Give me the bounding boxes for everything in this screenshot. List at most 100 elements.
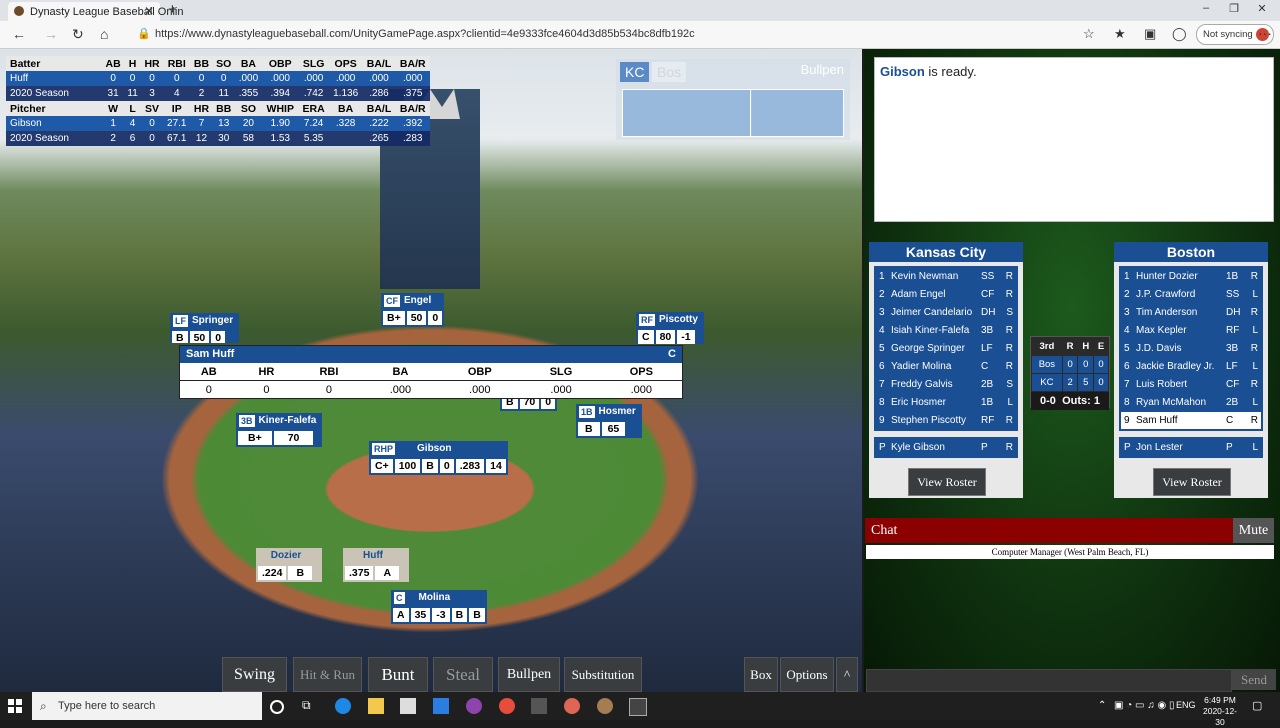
lock-icon[interactable]: 🔒 bbox=[137, 27, 151, 40]
home-icon[interactable]: ⌂ bbox=[100, 26, 108, 42]
bunt-button[interactable]: Bunt bbox=[368, 657, 428, 692]
lineup-row[interactable]: 1 Kevin Newman SS R bbox=[876, 268, 1016, 285]
lineup-row[interactable]: 9 Stephen Piscotty RF R bbox=[876, 412, 1016, 429]
boston-lineup: Boston 1 Hunter Dozier 1B R 2 J.P. Crawford SS… bbox=[1114, 242, 1268, 498]
new-tab-button[interactable]: + bbox=[168, 1, 177, 18]
maximize-icon[interactable]: ❐ bbox=[1224, 2, 1244, 15]
back-icon[interactable]: ← bbox=[12, 26, 26, 42]
options-button[interactable]: Options bbox=[780, 657, 834, 692]
steal-button[interactable]: Steal bbox=[433, 657, 493, 692]
lineup-row[interactable]: 2 Adam Engel CF R bbox=[876, 286, 1016, 303]
bullpen-slot[interactable] bbox=[622, 89, 752, 137]
lineup-row[interactable]: 8 Eric Hosmer 1B L bbox=[876, 394, 1016, 411]
chat-input[interactable] bbox=[866, 669, 1232, 692]
batter-card[interactable]: Huff .375 A bbox=[343, 548, 409, 582]
lineup-row[interactable]: 2 J.P. Crawford SS L bbox=[1121, 286, 1261, 303]
app-icon[interactable] bbox=[597, 698, 613, 714]
batting-avg: .224 bbox=[258, 566, 287, 580]
minimize-icon[interactable]: – bbox=[1196, 2, 1216, 14]
player-hand: L bbox=[1252, 397, 1258, 408]
pitcher-card[interactable]: RHP Gibson C+ 100 B 0.283 14 bbox=[369, 441, 508, 475]
lineup-row[interactable]: 4 Max Kepler RF L bbox=[1121, 322, 1261, 339]
close-window-icon[interactable]: ✕ bbox=[1252, 2, 1272, 15]
player-name: George Springer bbox=[891, 343, 965, 354]
windows-start-icon[interactable] bbox=[8, 699, 22, 713]
box-score-button[interactable]: Box bbox=[744, 657, 778, 692]
store-icon[interactable] bbox=[400, 698, 416, 714]
forward-icon[interactable]: → bbox=[44, 26, 58, 42]
swing-button[interactable]: Swing bbox=[222, 657, 287, 692]
bullpen-tab-kc[interactable]: KC bbox=[620, 62, 650, 82]
lineup-row[interactable]: 6 Yadier Molina C R bbox=[876, 358, 1016, 375]
chrome-icon[interactable] bbox=[499, 698, 515, 714]
notifications-icon[interactable]: ▢ bbox=[1252, 699, 1262, 712]
edge-icon[interactable] bbox=[335, 698, 351, 714]
collections-icon[interactable]: ▣ bbox=[1144, 26, 1156, 42]
view-roster-button[interactable]: View Roster bbox=[908, 468, 986, 496]
on-deck-card[interactable]: Dozier .224 B bbox=[256, 548, 322, 582]
favorites-list-icon[interactable]: ★ bbox=[1114, 26, 1126, 42]
fielder-card-lf[interactable]: LF Springer B 50 0 bbox=[170, 313, 240, 343]
bullpen-tab-bos[interactable]: Bos bbox=[652, 62, 687, 82]
app-icon[interactable] bbox=[531, 698, 547, 714]
player-position: SS bbox=[981, 271, 995, 282]
stats-cell: BB bbox=[193, 57, 210, 70]
fielder-card-1b[interactable]: 1B Hosmer B 65 bbox=[576, 404, 642, 438]
lineup-row[interactable]: 5 J.D. Davis 3B R bbox=[1121, 340, 1261, 357]
send-button[interactable]: Send bbox=[1232, 669, 1276, 690]
expand-up-icon[interactable]: ^ bbox=[836, 657, 858, 692]
app-icon[interactable] bbox=[466, 698, 482, 714]
stats-cell: H bbox=[128, 57, 137, 70]
stats-cell: 27.1 bbox=[167, 118, 187, 129]
file-explorer-icon[interactable] bbox=[368, 698, 384, 714]
search-placeholder: Type here to search bbox=[58, 700, 156, 712]
lineup-row[interactable]: 7 Luis Robert CF R bbox=[1121, 376, 1261, 393]
tray-chevron-icon[interactable]: ⌃ bbox=[1098, 700, 1106, 711]
app-icon[interactable] bbox=[564, 698, 580, 714]
lineup-row[interactable]: 3 Jeimer Candelario DH S bbox=[876, 304, 1016, 321]
lineup-row[interactable]: 4 Isiah Kiner-Falefa 3B R bbox=[876, 322, 1016, 339]
calculator-icon[interactable] bbox=[629, 698, 647, 716]
lineup-row[interactable]: 7 Freddy Galvis 2B S bbox=[876, 376, 1016, 393]
stats-cell: .000 bbox=[238, 73, 259, 84]
url-field[interactable]: https://www.dynastyleaguebaseball.com/Un… bbox=[155, 28, 695, 40]
substitution-button[interactable]: Substitution bbox=[564, 657, 642, 692]
stats-cell: 0 bbox=[198, 73, 205, 84]
fielder-card-cf[interactable]: CF Engel B+ 50 0 bbox=[381, 293, 445, 327]
bullpen-slot[interactable] bbox=[750, 89, 844, 137]
fielder-card-3b[interactable]: 3B Kiner-Falefa B+ 70 bbox=[236, 413, 323, 447]
more-menu-icon[interactable]: ··· bbox=[1258, 25, 1272, 41]
pitcher-row[interactable]: P Jon Lester P L bbox=[1121, 439, 1261, 456]
arm-rating: 70 bbox=[273, 431, 314, 445]
cortana-icon[interactable] bbox=[270, 700, 284, 714]
taskbar-search[interactable]: ⌕ Type here to search bbox=[32, 692, 262, 720]
catcher-card[interactable]: C Molina A 35 -3 B B bbox=[391, 590, 487, 624]
stats-cell: WHIP bbox=[266, 102, 294, 115]
line-score-value: 0 bbox=[1077, 355, 1095, 374]
pitcher-row[interactable]: P Kyle Gibson P R bbox=[876, 439, 1016, 456]
tab-close-icon[interactable]: ✕ bbox=[144, 4, 154, 18]
view-roster-button[interactable]: View Roster bbox=[1153, 468, 1231, 496]
profile-icon[interactable]: ◯ bbox=[1172, 26, 1187, 42]
browser-tab[interactable]: Dynasty League Baseball Onlin ✕ bbox=[8, 2, 183, 21]
task-view-icon[interactable]: ⧉ bbox=[302, 698, 318, 714]
taskbar-clock[interactable]: 6:49 PM 2020-12-30 bbox=[1200, 695, 1240, 728]
lineup-row[interactable]: 9 Sam Huff C R bbox=[1121, 412, 1261, 429]
mute-button[interactable]: Mute bbox=[1233, 518, 1274, 543]
refresh-icon[interactable]: ↻ bbox=[72, 26, 84, 43]
lineup-row[interactable]: 6 Jackie Bradley Jr. LF L bbox=[1121, 358, 1261, 375]
hit-and-run-button[interactable]: Hit & Run bbox=[293, 657, 362, 692]
lineup-row[interactable]: 3 Tim Anderson DH R bbox=[1121, 304, 1261, 321]
lineup-row[interactable]: 8 Ryan McMahon 2B L bbox=[1121, 394, 1261, 411]
fielder-card-rf[interactable]: RF Piscotty C 80 -1 bbox=[636, 312, 704, 344]
favorite-star-icon[interactable]: ☆ bbox=[1083, 26, 1095, 42]
stats-cell: 30 bbox=[218, 133, 230, 144]
line-score-col: E bbox=[1093, 337, 1109, 356]
language-indicator[interactable]: ENG bbox=[1176, 700, 1196, 710]
error-rating: -3 bbox=[432, 608, 450, 622]
bullpen-button[interactable]: Bullpen bbox=[498, 657, 560, 692]
lineup-row[interactable]: 5 George Springer LF R bbox=[876, 340, 1016, 357]
tray-icons[interactable]: ▣ ◔ ▭ ♫ ◉ ▯ bbox=[1114, 700, 1175, 711]
mail-icon[interactable] bbox=[433, 698, 449, 714]
lineup-row[interactable]: 1 Hunter Dozier 1B R bbox=[1121, 268, 1261, 285]
